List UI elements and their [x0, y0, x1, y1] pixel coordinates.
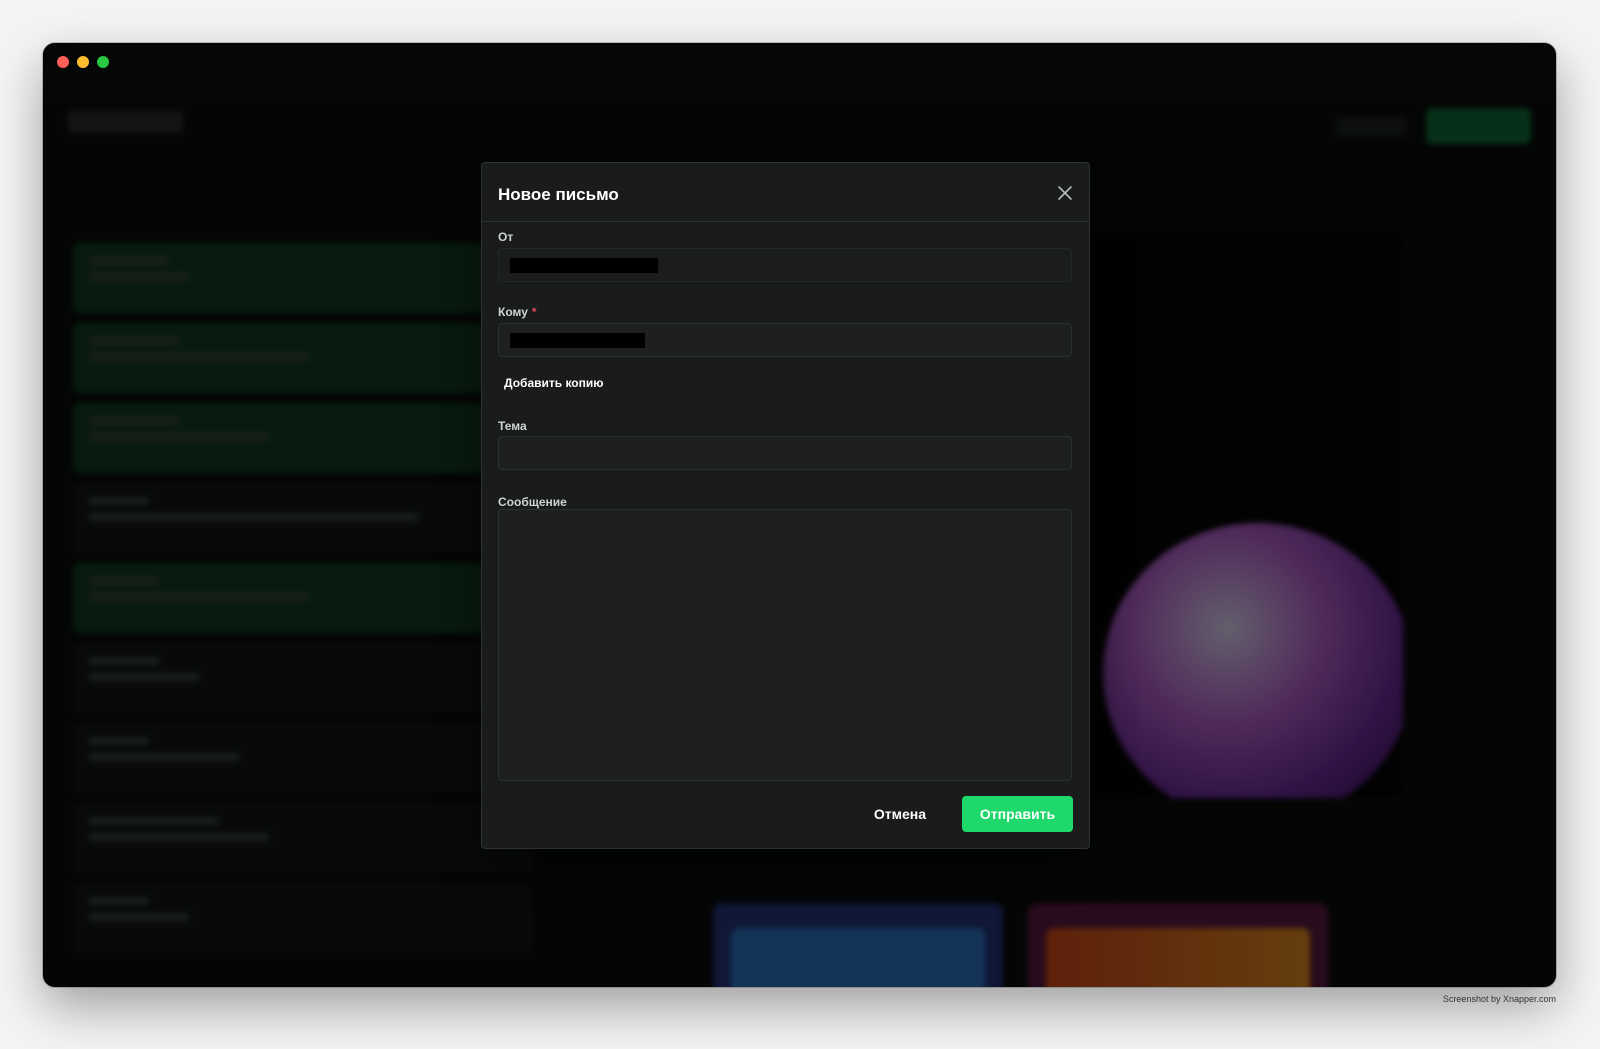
dialog-header: Новое письмо	[482, 163, 1089, 222]
from-field[interactable]	[498, 248, 1072, 282]
screenshot-watermark: Screenshot by Xnapper.com	[1442, 994, 1556, 1004]
from-label: От	[498, 230, 514, 244]
send-button[interactable]: Отправить	[962, 796, 1073, 832]
add-copy-button[interactable]: Добавить копию	[504, 376, 604, 390]
to-label: Кому *	[498, 305, 537, 319]
required-mark: *	[531, 305, 537, 319]
new-email-dialog: Новое письмо От Кому * Добавить копию Тем…	[481, 162, 1090, 849]
window-controls	[57, 56, 109, 68]
redacted-email	[510, 258, 658, 273]
app-window: Новое письмо От Кому * Добавить копию Тем…	[43, 43, 1556, 987]
dialog-title: Новое письмо	[498, 185, 619, 204]
cancel-button[interactable]: Отмена	[860, 796, 940, 832]
to-label-text: Кому	[498, 305, 528, 319]
minimize-window-button[interactable]	[77, 56, 89, 68]
message-textarea[interactable]	[498, 509, 1072, 781]
close-window-button[interactable]	[57, 56, 69, 68]
subject-label: Тема	[498, 419, 527, 433]
subject-field[interactable]	[498, 436, 1072, 470]
to-field[interactable]	[498, 323, 1072, 357]
zoom-window-button[interactable]	[97, 56, 109, 68]
close-icon[interactable]	[1055, 183, 1075, 203]
message-label: Сообщение	[498, 495, 567, 509]
redacted-email	[510, 333, 645, 348]
